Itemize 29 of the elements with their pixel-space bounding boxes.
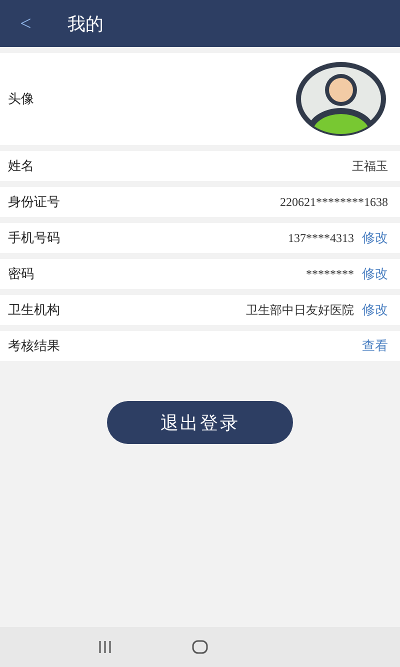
row-value: 137****4313 [288,230,354,247]
row-label: 身份证号 [8,193,61,212]
row-label: 头像 [8,90,34,108]
avatar-icon [294,60,388,138]
info-row[interactable]: 卫生机构 卫生部中日友好医院 修改 [0,295,400,325]
edit-link[interactable]: 查看 [362,336,388,356]
row-value: 卫生部中日友好医院 [246,302,354,319]
page-title: 我的 [67,12,104,36]
edit-link[interactable]: 修改 [362,264,388,284]
home-icon[interactable] [192,640,208,654]
edit-link[interactable]: 修改 [362,300,388,320]
back-button[interactable]: < [20,10,32,38]
row-label: 考核结果 [8,337,61,356]
row-label: 姓名 [8,157,35,176]
logout-button[interactable]: 退出登录 [107,401,293,444]
recent-apps-icon[interactable] [98,641,112,653]
row-label: 手机号码 [8,229,61,248]
info-row[interactable]: 身份证号 220621********1638 [0,187,400,217]
avatar-row[interactable]: 头像 [0,53,400,145]
row-label: 卫生机构 [8,301,61,320]
info-row[interactable]: 手机号码 137****4313 修改 [0,223,400,253]
row-label: 密码 [8,265,35,284]
info-row[interactable]: 姓名 王福玉 [0,151,400,181]
info-row[interactable]: 考核结果 查看 [0,331,400,361]
info-row[interactable]: 密码 ******** 修改 [0,259,400,289]
edit-link[interactable]: 修改 [362,228,388,248]
row-value: 220621********1638 [280,194,388,211]
row-value: 王福玉 [352,158,388,175]
row-value: ******** [306,266,354,283]
